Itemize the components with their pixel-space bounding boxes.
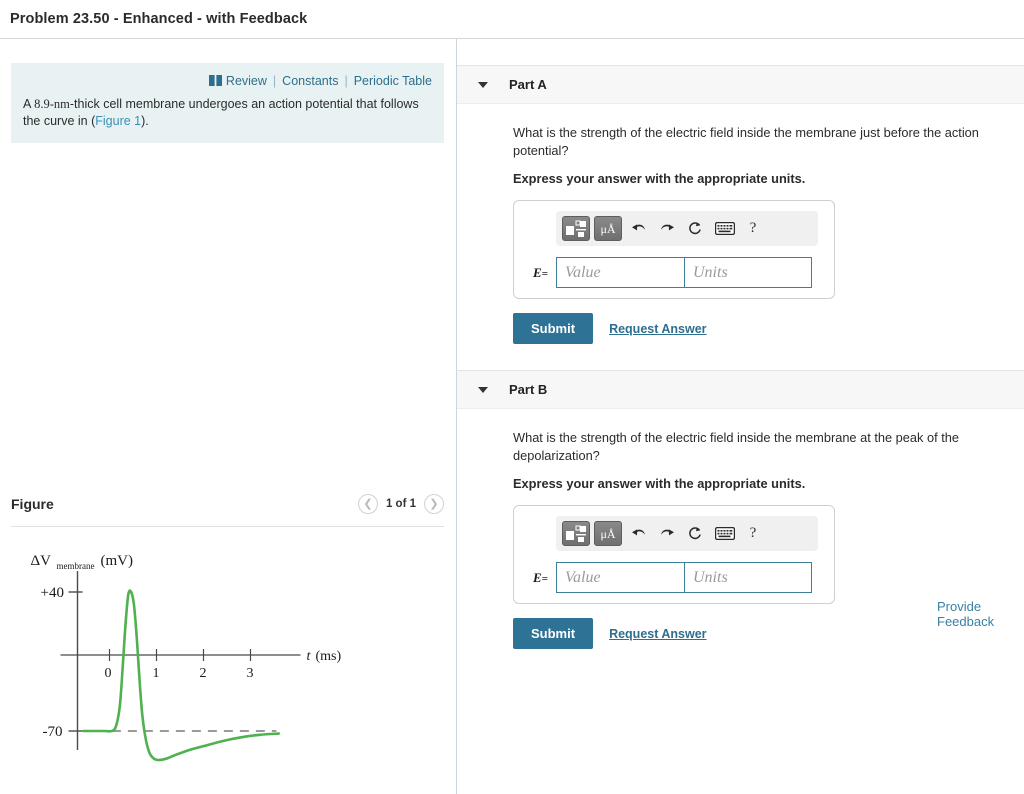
part-a-header[interactable]: Part A bbox=[457, 65, 1024, 104]
chevron-left-icon[interactable]: ❮ bbox=[357, 494, 378, 514]
link-separator-1: | bbox=[272, 74, 277, 88]
action-potential-chart: ΔV membrane (mV) t (ms) +40 -70 0 1 2 3 bbox=[31, 553, 342, 762]
reset-circle-icon[interactable] bbox=[682, 217, 708, 241]
undo-arrow-icon[interactable] bbox=[626, 522, 652, 546]
title-bar: Problem 23.50 - Enhanced - with Feedback bbox=[0, 0, 1024, 39]
chart-xtick-label-3: 3 bbox=[247, 666, 254, 681]
figure-section: Figure ❮ 1 of 1 ❯ ΔV membrane (mV) t (ms… bbox=[0, 494, 456, 775]
main-content: Review | Constants | Periodic Table A 8.9-nm… bbox=[0, 39, 1024, 794]
math-template-icon[interactable] bbox=[562, 216, 590, 241]
part-b-answer-box: μÅ ? E= Value Units bbox=[513, 505, 835, 604]
chevron-down-icon[interactable] bbox=[478, 386, 488, 393]
part-b-submit-button[interactable]: Submit bbox=[513, 618, 594, 649]
figure-counter: 1 of 1 bbox=[385, 498, 416, 510]
book-icon bbox=[208, 74, 222, 86]
figure-label: Figure bbox=[11, 496, 54, 512]
micro-angstrom-label: μÅ bbox=[600, 526, 616, 541]
link-separator-2: | bbox=[344, 74, 348, 88]
problem-measurement: 8.9-nm bbox=[34, 97, 70, 111]
part-a-units-input[interactable] bbox=[684, 257, 812, 288]
page-title: Problem 23.50 - Enhanced - with Feedback bbox=[10, 11, 308, 27]
part-a-express-instruction: Express your answer with the appropriate… bbox=[513, 171, 806, 186]
part-b-request-answer-link[interactable]: Request Answer bbox=[609, 627, 706, 641]
chart-xlabel-unit: (ms) bbox=[316, 649, 342, 664]
part-b-variable-label: E= bbox=[533, 569, 548, 585]
help-question-icon[interactable]: ? bbox=[742, 220, 764, 237]
part-a-answer-toolbar: μÅ ? bbox=[556, 211, 818, 246]
resource-links: Review | Constants | Periodic Table bbox=[23, 73, 432, 89]
part-a-actions: Submit Request Answer bbox=[513, 313, 1004, 344]
figure-navigation: ❮ 1 of 1 ❯ bbox=[357, 494, 444, 514]
part-a-variable-label: E= bbox=[533, 264, 548, 280]
problem-text: A 8.9-nm-thick cell membrane undergoes a… bbox=[23, 96, 432, 129]
reset-circle-icon[interactable] bbox=[682, 522, 708, 546]
provide-feedback-link[interactable]: Provide Feedback bbox=[937, 599, 1024, 629]
part-a-question: What is the strength of the electric fie… bbox=[513, 125, 979, 158]
figure-1-link[interactable]: Figure 1 bbox=[95, 114, 141, 128]
problem-text-suffix: ). bbox=[141, 113, 149, 128]
undo-arrow-icon[interactable] bbox=[626, 217, 652, 241]
chart-ytick-label-minus70: -70 bbox=[43, 724, 63, 740]
chevron-right-icon[interactable]: ❯ bbox=[424, 494, 444, 514]
part-b-units-input[interactable] bbox=[684, 562, 812, 593]
part-block-a: Part A What is the strength of the elect… bbox=[457, 65, 1024, 344]
micro-angstrom-label: μÅ bbox=[600, 221, 616, 236]
part-b-answer-toolbar: μÅ ? bbox=[556, 516, 818, 551]
part-b-question: What is the strength of the electric fie… bbox=[513, 430, 960, 463]
chart-ylabel-subscript: membrane bbox=[57, 561, 95, 571]
problem-text-prefix: A bbox=[23, 97, 35, 111]
part-a-body: What is the strength of the electric fie… bbox=[457, 104, 1024, 344]
chart-ylabel-main: ΔV bbox=[31, 553, 52, 569]
part-b-express-instruction: Express your answer with the appropriate… bbox=[513, 476, 806, 491]
chart-xtick-label-0: 0 bbox=[105, 666, 112, 681]
problem-text-middle: -thick cell membrane undergoes an action… bbox=[23, 97, 419, 128]
part-a-value-input[interactable] bbox=[556, 257, 684, 288]
part-b-header[interactable]: Part B bbox=[457, 370, 1024, 409]
part-a-entry-row: E= bbox=[522, 257, 826, 288]
problem-statement-panel: Review | Constants | Periodic Table A 8.9-nm… bbox=[11, 63, 444, 143]
chart-xtick-label-2: 2 bbox=[200, 666, 207, 681]
review-link[interactable]: Review bbox=[226, 74, 267, 88]
help-question-icon[interactable]: ? bbox=[742, 525, 764, 542]
part-a-submit-button[interactable]: Submit bbox=[513, 313, 594, 344]
part-b-title: Part B bbox=[509, 382, 548, 397]
figure-header: Figure ❮ 1 of 1 ❯ bbox=[11, 494, 444, 527]
part-a-answer-box: μÅ ? E= Value Units bbox=[513, 200, 835, 299]
redo-arrow-icon[interactable] bbox=[654, 522, 680, 546]
chart-xtick-label-1: 1 bbox=[153, 666, 160, 681]
part-a-title: Part A bbox=[509, 77, 547, 92]
part-b-entry-row: E= bbox=[522, 562, 826, 593]
chart-xlabel-var: t bbox=[307, 649, 312, 664]
chart-ylabel-unit: (mV) bbox=[101, 553, 134, 569]
micro-angstrom-icon[interactable]: μÅ bbox=[594, 216, 622, 241]
part-a-request-answer-link[interactable]: Request Answer bbox=[609, 322, 706, 336]
keyboard-icon[interactable] bbox=[710, 522, 740, 546]
part-b-actions: Submit Request Answer bbox=[513, 618, 1004, 649]
left-panel: Review | Constants | Periodic Table A 8.9-nm… bbox=[0, 39, 457, 794]
chart-ytick-label-40: +40 bbox=[41, 585, 64, 601]
right-panel: Part A What is the strength of the elect… bbox=[457, 39, 1024, 794]
constants-link[interactable]: Constants bbox=[282, 74, 338, 88]
redo-arrow-icon[interactable] bbox=[654, 217, 680, 241]
chevron-down-icon[interactable] bbox=[478, 81, 488, 88]
micro-angstrom-icon[interactable]: μÅ bbox=[594, 521, 622, 546]
periodic-table-link[interactable]: Periodic Table bbox=[354, 74, 432, 88]
keyboard-icon[interactable] bbox=[710, 217, 740, 241]
part-b-value-input[interactable] bbox=[556, 562, 684, 593]
math-template-icon[interactable] bbox=[562, 521, 590, 546]
